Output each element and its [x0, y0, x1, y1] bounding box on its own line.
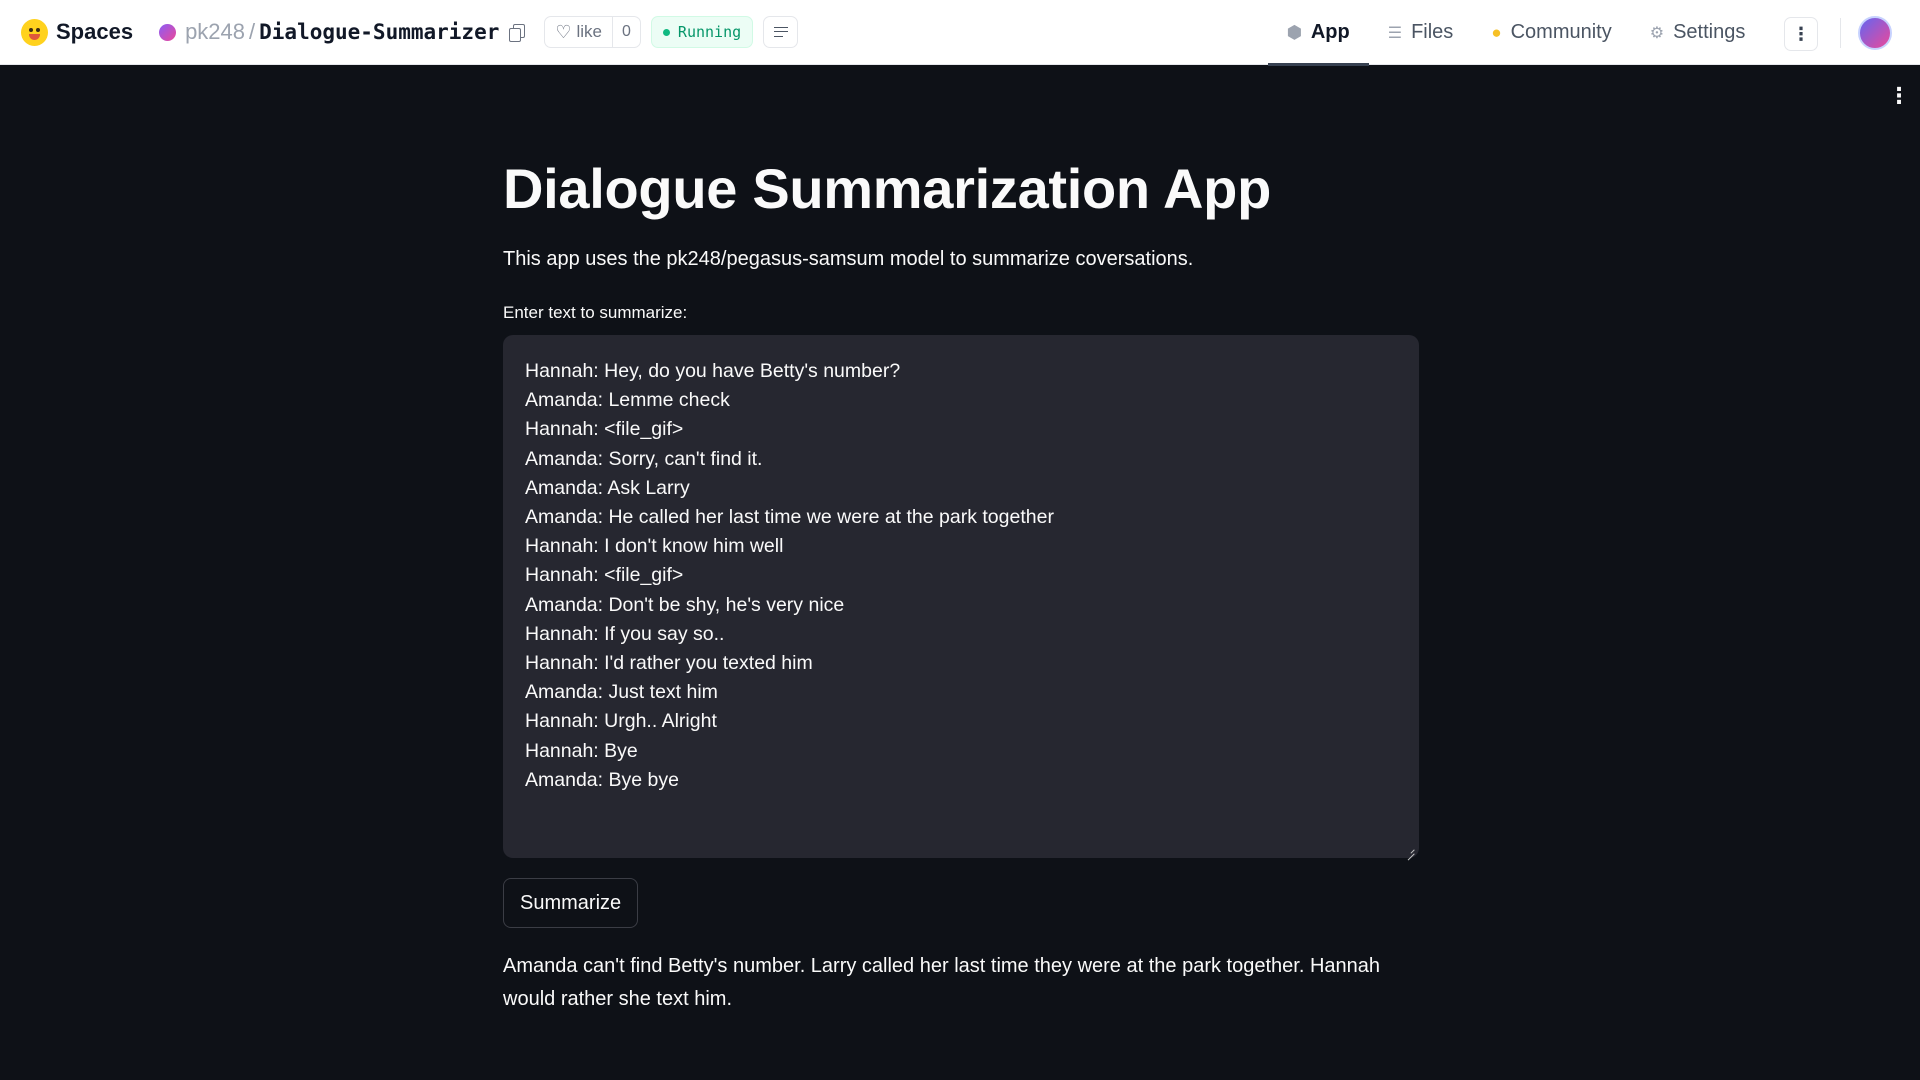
logs-icon	[773, 27, 788, 37]
spaces-brand-link[interactable]: Spaces	[21, 18, 134, 46]
space-breadcrumb: pk248 / Dialogue-Summarizer	[159, 19, 526, 45]
like-group: ♡ like 0	[544, 16, 641, 48]
tab-community[interactable]: ● Community	[1472, 0, 1630, 65]
app-main: Dialogue Summarization App This app uses…	[503, 150, 1419, 1016]
tab-app-label: App	[1310, 21, 1350, 43]
space-name-link[interactable]: Dialogue-Summarizer	[259, 20, 499, 44]
heart-icon: ♡	[555, 21, 572, 42]
app-menu-kebab-icon[interactable]: ⋮	[1888, 86, 1910, 108]
status-dot-icon	[662, 28, 670, 36]
breadcrumb-separator: /	[249, 19, 256, 44]
like-button[interactable]: ♡ like	[545, 17, 612, 47]
space-avatar-icon	[159, 23, 177, 41]
page-title: Dialogue Summarization App	[503, 157, 1271, 220]
user-avatar[interactable]	[1858, 16, 1892, 50]
top-navigation-bar: Spaces pk248 / Dialogue-Summarizer ♡ lik…	[0, 0, 1920, 66]
tab-files-label: Files	[1411, 21, 1454, 43]
files-icon: ☰	[1387, 24, 1403, 42]
logs-button[interactable]	[763, 16, 799, 48]
like-count[interactable]: 0	[612, 17, 640, 47]
spaces-brand-label: Spaces	[56, 19, 134, 44]
like-label: like	[576, 22, 603, 41]
status-label: Running	[677, 23, 742, 41]
community-icon: ●	[1491, 22, 1502, 42]
space-owner-link[interactable]: pk248	[185, 19, 245, 45]
status-badge[interactable]: Running	[650, 16, 754, 48]
tab-files[interactable]: ☰ Files	[1369, 0, 1473, 65]
tab-settings-label: Settings	[1673, 21, 1746, 43]
summarize-button[interactable]: Summarize	[503, 878, 639, 928]
summary-output: Amanda can't find Betty's number. Larry …	[503, 955, 1381, 1010]
tab-app[interactable]: ⬢ App	[1268, 0, 1369, 66]
resize-handle-icon[interactable]	[1406, 845, 1415, 854]
hugging-face-logo-icon	[21, 18, 48, 46]
input-label: Enter text to summarize:	[503, 303, 688, 322]
space-tabs: ⬢ App ☰ Files ● Community ⚙ Settings	[1268, 0, 1765, 66]
nav-divider	[1840, 18, 1841, 48]
cube-icon: ⬢	[1287, 22, 1302, 42]
tab-community-label: Community	[1510, 21, 1612, 43]
app-description: This app uses the pk248/pegasus-samsum m…	[503, 248, 1194, 270]
tab-settings[interactable]: ⚙ Settings	[1631, 0, 1765, 65]
gear-icon: ⚙	[1649, 24, 1665, 42]
copy-icon[interactable]	[508, 23, 526, 42]
more-options-button[interactable]: ⋮	[1784, 17, 1818, 51]
dialogue-input-container: Hannah: Hey, do you have Betty's number?…	[503, 335, 1419, 858]
dialogue-input[interactable]: Hannah: Hey, do you have Betty's number?…	[503, 335, 1419, 858]
